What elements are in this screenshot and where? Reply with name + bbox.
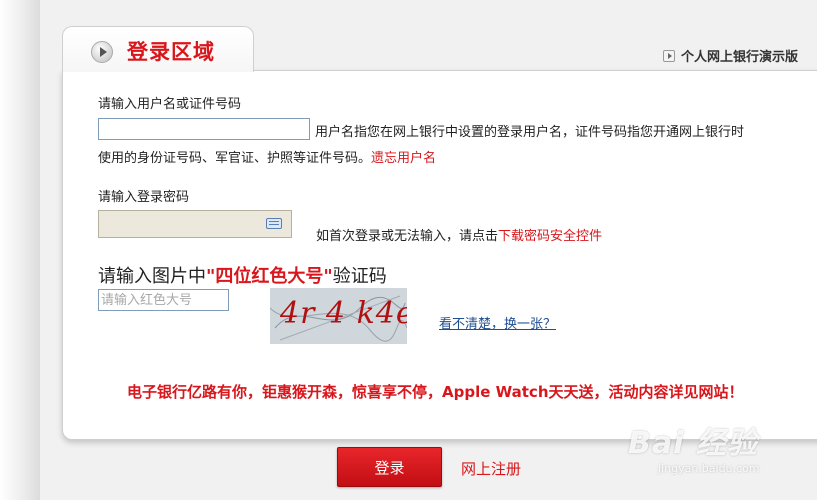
captcha-image-text: 4r 4 k4e — [280, 296, 407, 331]
refresh-captcha-link[interactable]: 看不清楚，换一张？ — [439, 313, 556, 332]
login-area-tab: 登录区域 — [62, 26, 254, 72]
left-shade — [0, 0, 40, 500]
captcha-title-prefix: 请输入图片中 — [98, 266, 206, 287]
captcha-image[interactable]: 4r 4 k4e — [270, 288, 407, 344]
arrow-right-icon — [663, 50, 675, 62]
captcha-title-emphasis: "四位红色大号" — [206, 266, 333, 287]
tab-title: 登录区域 — [127, 40, 215, 64]
captcha-title: 请输入图片中"四位红色大号"验证码 — [98, 262, 387, 288]
register-link[interactable]: 网上注册 — [461, 458, 521, 479]
username-label: 请输入用户名或证件号码 — [98, 97, 242, 112]
password-label: 请输入登录密码 — [98, 190, 190, 205]
promo-banner-text: 电子银行亿路有你，钜惠猴开森，惊喜享不停，Apple Watch天天送，活动内容… — [127, 383, 744, 401]
demo-version-link[interactable]: 个人网上银行演示版 — [663, 46, 798, 65]
watermark-main: Bai 经验 — [628, 426, 758, 461]
captcha-input[interactable] — [98, 289, 229, 311]
password-hint-text: 如首次登录或无法输入，请点击 — [316, 229, 499, 244]
password-input[interactable] — [98, 210, 292, 238]
keyboard-icon[interactable] — [266, 218, 282, 229]
captcha-title-suffix: 验证码 — [332, 266, 387, 287]
download-security-control-link[interactable]: 下载密码安全控件 — [498, 229, 602, 244]
password-hint: 如首次登录或无法输入，请点击下载密码安全控件 — [316, 225, 602, 244]
login-button[interactable]: 登录 — [337, 447, 442, 487]
username-description-line2: 使用的身份证号码、军官证、护照等证件号码。遗忘用户名 — [98, 147, 436, 166]
username-description-text: 使用的身份证号码、军官证、护照等证件号码。 — [98, 151, 372, 166]
watermark-sub: jingyan.baidu.com — [658, 462, 760, 475]
forgot-username-link[interactable]: 遗忘用户名 — [371, 151, 436, 166]
demo-version-label: 个人网上银行演示版 — [681, 50, 799, 65]
username-input[interactable] — [98, 118, 310, 140]
play-arrow-icon — [91, 41, 113, 63]
username-description-line1: 用户名指您在网上银行中设置的登录用户名，证件号码指您开通网上银行时 — [315, 125, 745, 140]
baidu-jingyan-watermark: Bai 经验 jingyan.baidu.com — [628, 418, 798, 480]
